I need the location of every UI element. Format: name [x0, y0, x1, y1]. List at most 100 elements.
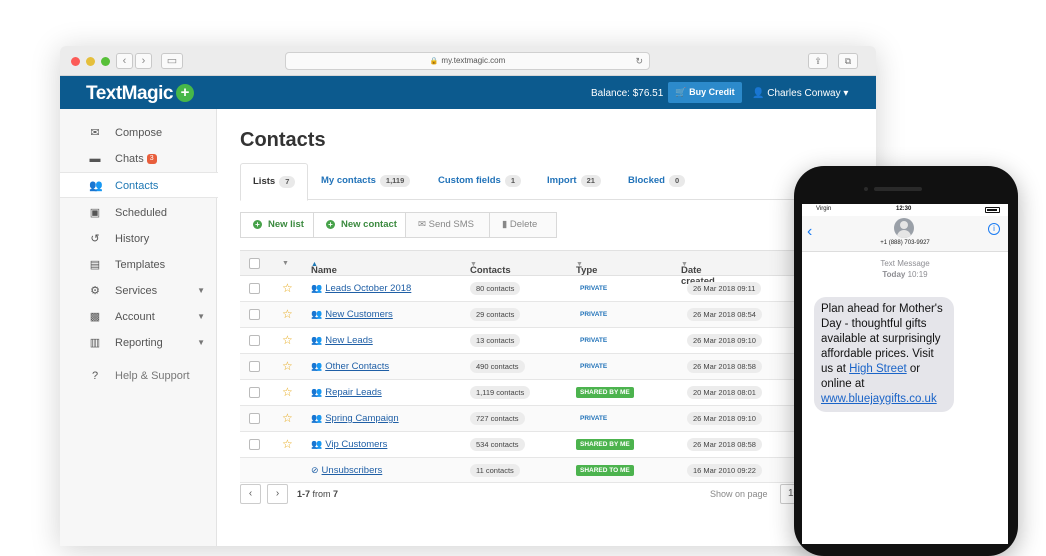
share-icon[interactable]: ⇪ [808, 53, 828, 69]
phone-screen: Virgin 12:30 ‹ +1 (888) 703-9927 i Text … [802, 204, 1008, 544]
avatar[interactable] [894, 218, 914, 238]
tabs-icon[interactable]: ⧉ [838, 53, 858, 69]
table-row[interactable]: ☆ 👥 Leads October 2018 80 contacts PRIVATE 26… [240, 276, 876, 302]
column-label: Type [576, 265, 598, 276]
row-checkbox[interactable] [249, 439, 260, 450]
tab-count: 21 [580, 175, 601, 187]
new-contact-button[interactable]: + New contact [313, 212, 406, 238]
list-name-link[interactable]: 👥 Other Contacts [311, 361, 389, 372]
message-time: 10:19 [907, 270, 928, 279]
sidebar-item-services[interactable]: ⚙ Services ▼ [60, 278, 217, 304]
forward-icon[interactable]: › [135, 53, 152, 69]
prev-page-button[interactable]: ‹ [240, 484, 261, 504]
list-name-link[interactable]: 👥 Repair Leads [311, 387, 382, 398]
app-header: TextMagic + Balance: $76.51 🛒 Buy Credit… [60, 76, 876, 109]
address-bar[interactable]: 🔒 my.textmagic.com ↻ [285, 52, 650, 70]
contacts-count: 727 contacts [470, 412, 525, 425]
star-icon[interactable]: ☆ [282, 307, 293, 321]
sidebar-item-help[interactable]: ? Help & Support [60, 363, 217, 389]
back-icon[interactable]: ‹ [116, 53, 133, 69]
sidebar-item-label: Chats [115, 153, 144, 165]
message-link[interactable]: www.bluejaygifts.co.uk [821, 393, 937, 405]
list-name-link[interactable]: 👥 New Customers [311, 309, 393, 320]
tab-import[interactable]: Import 21 [535, 163, 613, 200]
button-label: Delete [509, 219, 538, 230]
delete-button[interactable]: ▮ Delete [489, 212, 557, 238]
textmagic-logo[interactable]: TextMagic [86, 83, 174, 105]
table-header: ▼ Name ▲ Contacts ▼ Type ▼ Date created … [240, 250, 876, 287]
sidebar-item-reporting[interactable]: ▥ Reporting ▼ [60, 330, 217, 356]
sidebar-item-history[interactable]: ↺ History [60, 226, 217, 252]
list-name-link[interactable]: ⊘ Unsubscribers [311, 465, 382, 476]
info-icon[interactable]: i [988, 223, 1000, 235]
sidebar-item-account[interactable]: ▩ Account ▼ [60, 304, 217, 330]
row-checkbox[interactable] [249, 335, 260, 346]
column-header-date[interactable]: Date created ▼ [681, 258, 715, 287]
message-link[interactable]: High Street [849, 363, 907, 375]
table-row[interactable]: ☆ 👥 New Customers 29 contacts PRIVATE 26 Mar … [240, 302, 876, 328]
row-checkbox[interactable] [249, 413, 260, 424]
contacts-icon: 👥 [89, 180, 103, 192]
plus-icon[interactable]: + [176, 84, 194, 102]
tab-custom-fields[interactable]: Custom fields 1 [426, 163, 533, 200]
contacts-count: 13 contacts [470, 334, 521, 347]
list-name-link[interactable]: 👥 New Leads [311, 335, 373, 346]
button-label: Send SMS [428, 219, 475, 230]
phone-speaker [874, 187, 922, 191]
column-header-contacts[interactable]: Contacts ▼ [470, 258, 511, 276]
contacts-count: 534 contacts [470, 438, 525, 451]
sidebar-item-compose[interactable]: ✉ Compose [60, 120, 217, 146]
star-icon[interactable]: ☆ [282, 281, 293, 295]
select-all-checkbox[interactable] [249, 258, 260, 269]
chevron-down-icon[interactable]: ▼ [282, 260, 289, 267]
back-chevron-icon[interactable]: ‹ [807, 223, 812, 241]
envelope-icon: ✉ [418, 219, 429, 230]
column-header-name[interactable]: Name ▲ [311, 258, 337, 276]
star-icon[interactable]: ☆ [282, 359, 293, 373]
tab-blocked[interactable]: Blocked 0 [616, 163, 697, 200]
row-checkbox[interactable] [249, 361, 260, 372]
table-row[interactable]: ☆ 👥 New Leads 13 contacts PRIVATE 26 Mar 2018… [240, 328, 876, 354]
send-sms-button[interactable]: ✉ Send SMS [405, 212, 490, 238]
table-row[interactable]: ⊘ Unsubscribers 11 contacts SHARED TO ME 16 … [240, 458, 876, 483]
buy-credit-button[interactable]: 🛒 Buy Credit [668, 82, 742, 103]
row-checkbox[interactable] [249, 283, 260, 294]
sidebar-toggle-icon[interactable]: ▭ [161, 53, 183, 69]
minimize-window-button[interactable] [86, 57, 95, 66]
group-icon: 👥 [311, 361, 323, 371]
tab-lists[interactable]: Lists 7 [240, 163, 309, 201]
table-row[interactable]: ☆ 👥 Vip Customers 534 contacts SHARED BY ME 2… [240, 432, 876, 458]
sidebar-item-chats[interactable]: ▬ Chats 3 [60, 146, 217, 172]
maximize-window-button[interactable] [101, 57, 110, 66]
contacts-count: 1,119 contacts [470, 386, 531, 399]
list-name-link[interactable]: 👥 Vip Customers [311, 439, 387, 450]
list-name-link[interactable]: 👥 Leads October 2018 [311, 283, 411, 294]
row-checkbox[interactable] [249, 387, 260, 398]
contacts-count: 29 contacts [470, 308, 521, 321]
list-name-link[interactable]: 👥 Spring Campaign [311, 413, 399, 424]
star-icon[interactable]: ☆ [282, 385, 293, 399]
star-icon[interactable]: ☆ [282, 333, 293, 347]
table-row[interactable]: ☆ 👥 Repair Leads 1,119 contacts SHARED BY ME… [240, 380, 876, 406]
compose-icon: ✉ [90, 127, 100, 139]
sidebar-item-contacts[interactable]: 👥 Contacts [60, 172, 218, 198]
sidebar-item-templates[interactable]: ▤ Templates [60, 252, 217, 278]
tab-my-contacts[interactable]: My contacts 1,119 [309, 163, 422, 200]
calendar-icon: ▣ [89, 207, 101, 219]
close-window-button[interactable] [71, 57, 80, 66]
star-icon[interactable]: ☆ [282, 437, 293, 451]
column-header-type[interactable]: Type ▼ [576, 258, 597, 276]
row-checkbox[interactable] [249, 309, 260, 320]
next-page-button[interactable]: › [267, 484, 288, 504]
table-row[interactable]: ☆ 👥 Other Contacts 490 contacts PRIVATE 26 Ma… [240, 354, 876, 380]
type-badge: SHARED TO ME [576, 465, 634, 476]
browser-window: ‹ › ▭ 🔒 my.textmagic.com ↻ ⇪ ⧉ TextMagic … [60, 46, 876, 546]
new-list-button[interactable]: + New list [240, 212, 314, 238]
show-on-page-label: Show on page [710, 489, 768, 499]
star-icon[interactable]: ☆ [282, 411, 293, 425]
reload-icon[interactable]: ↻ [635, 53, 643, 69]
user-menu[interactable]: 👤 Charles Conway ▾ [752, 88, 848, 99]
table-row[interactable]: ☆ 👥 Spring Campaign 727 contacts PRIVATE 26 M… [240, 406, 876, 432]
sidebar-item-label: Services [115, 285, 158, 297]
sidebar-item-scheduled[interactable]: ▣ Scheduled [60, 200, 217, 226]
